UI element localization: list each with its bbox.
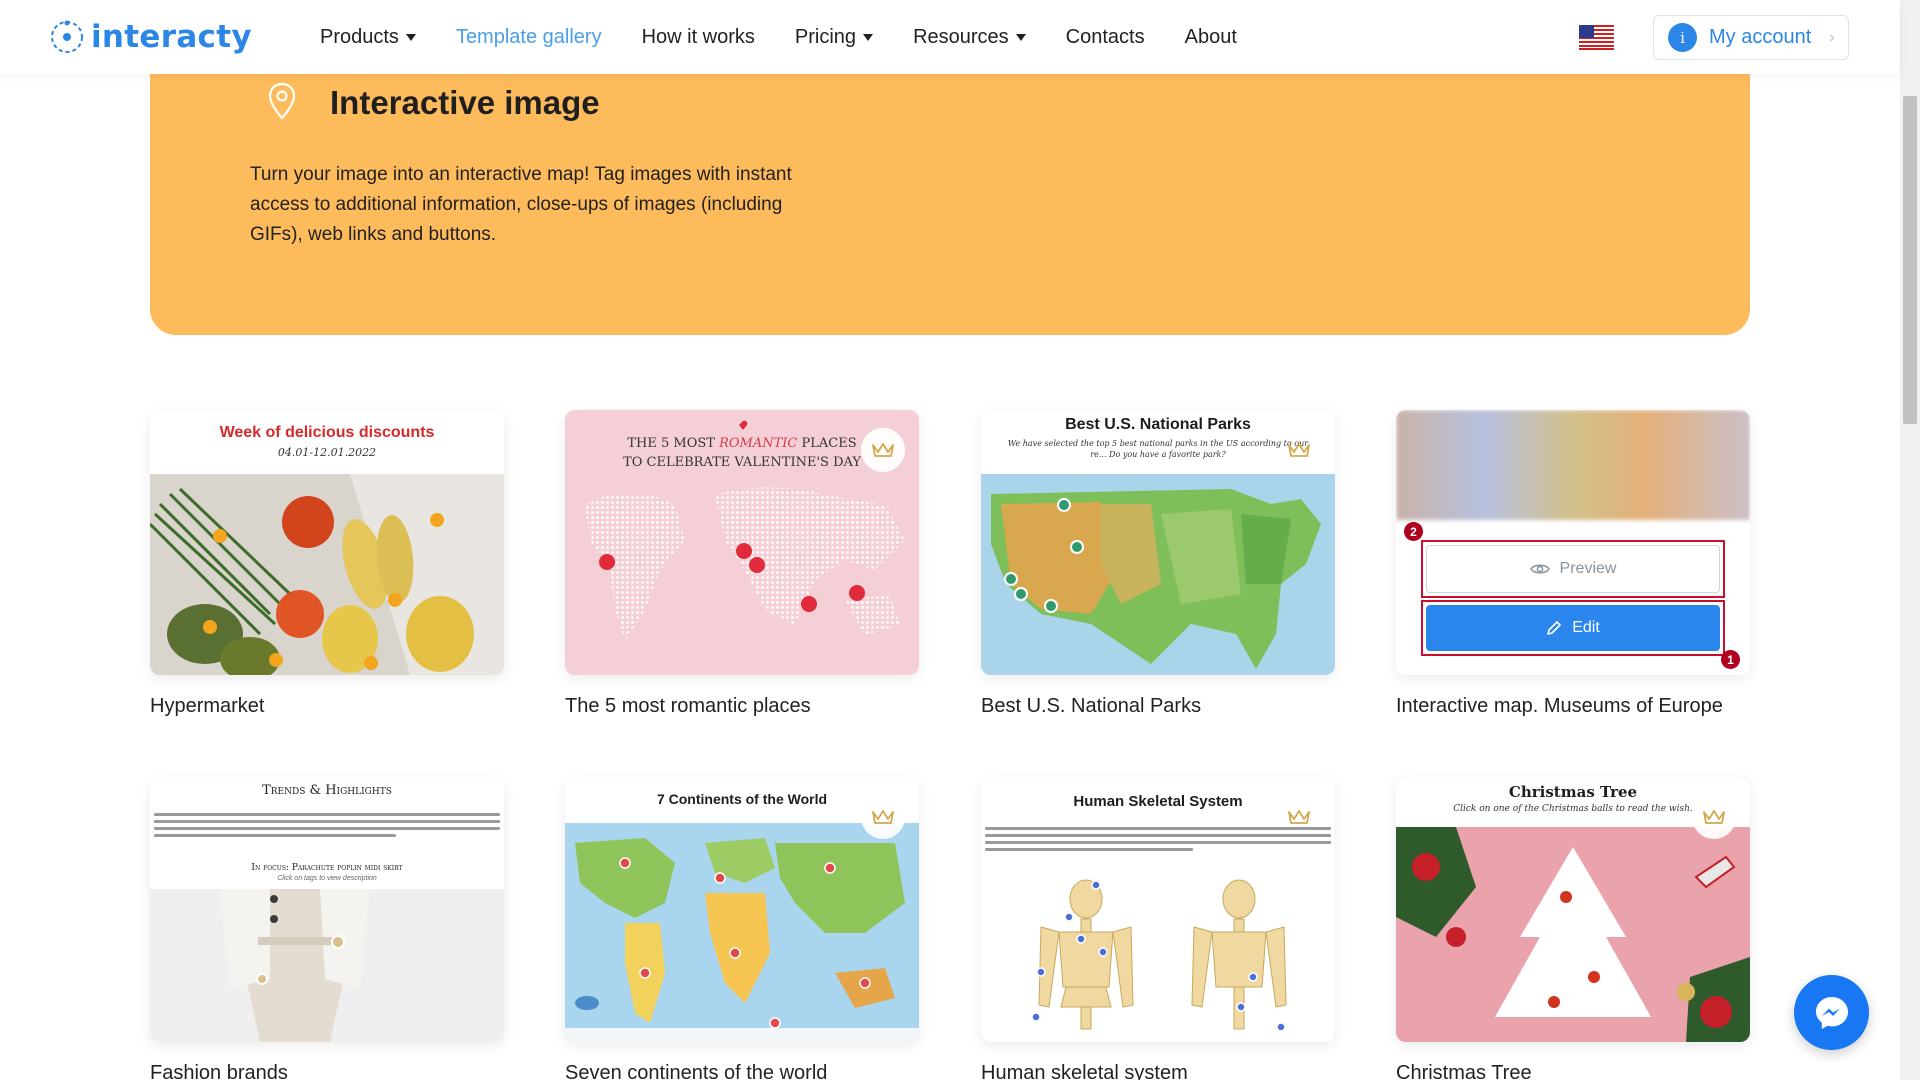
template-title[interactable]: Interactive map. Museums of Europe bbox=[1396, 695, 1723, 718]
template-card-national-parks[interactable]: Best U.S. National Parks We have selecte… bbox=[981, 410, 1335, 717]
premium-crown-badge bbox=[1692, 795, 1736, 839]
skeleton-illustration bbox=[981, 877, 1335, 1042]
nav-about-label: About bbox=[1184, 25, 1237, 48]
crown-icon bbox=[872, 443, 894, 457]
nav-resources-label: Resources bbox=[913, 25, 1009, 48]
fashion-photo bbox=[150, 889, 504, 1042]
scrollbar-thumb[interactable] bbox=[1903, 96, 1917, 424]
template-thumbnail[interactable]: Trends & Highlights In focus: Parachute … bbox=[150, 777, 504, 1042]
template-thumbnail[interactable]: Week of delicious discounts 04.01-12.01.… bbox=[150, 410, 504, 675]
template-card-romantic-places[interactable]: THE 5 MOST ROMANTIC PLACES TO CELEBRATE … bbox=[565, 410, 919, 717]
chevron-right-icon: › bbox=[1829, 28, 1835, 46]
location-pin-icon bbox=[268, 82, 296, 120]
my-account-button[interactable]: i My account › bbox=[1653, 15, 1849, 60]
template-thumbnail[interactable]: Preview Edit 2 1 bbox=[1396, 410, 1750, 675]
nav-template-gallery[interactable]: Template gallery bbox=[456, 26, 602, 49]
thumbnail-subtitle: In focus: Parachute poplin midi skirt bbox=[251, 863, 403, 873]
template-thumbnail[interactable]: Human Skeletal System bbox=[981, 777, 1335, 1042]
thumbnail-subtitle: 04.01-12.01.2022 bbox=[277, 446, 377, 459]
template-title[interactable]: Human skeletal system bbox=[981, 1062, 1188, 1080]
template-title[interactable]: Christmas Tree bbox=[1396, 1062, 1532, 1080]
nav-template-gallery-label: Template gallery bbox=[455, 25, 602, 48]
chevron-down-icon bbox=[405, 33, 416, 41]
chevron-down-icon bbox=[863, 33, 874, 41]
thumbnail-header: Week of delicious discounts 04.01-12.01.… bbox=[150, 410, 504, 474]
highlight-box-preview bbox=[1421, 540, 1725, 598]
nav-pricing[interactable]: Pricing bbox=[794, 25, 874, 49]
template-card-seven-continents[interactable]: 7 Continents of the World Seven continen… bbox=[565, 777, 919, 1080]
premium-crown-badge bbox=[1277, 428, 1321, 472]
nav-contacts-label: Contacts bbox=[1065, 25, 1145, 48]
chevron-down-icon bbox=[1015, 33, 1026, 41]
template-title[interactable]: Seven continents of the world bbox=[565, 1062, 827, 1080]
thumbnail-body-text bbox=[154, 809, 500, 841]
hero-banner: Interactive image Turn your image into a… bbox=[150, 40, 1750, 335]
template-thumbnail[interactable]: 7 Continents of the World bbox=[565, 777, 919, 1042]
groceries-image bbox=[150, 474, 504, 675]
annotation-badge-1: 1 bbox=[1721, 650, 1740, 669]
thumbnail-hint: Click on tags to view description bbox=[277, 875, 377, 882]
thumbnail-title: Trends & Highlights bbox=[262, 783, 392, 798]
nav-products[interactable]: Products bbox=[320, 26, 416, 49]
premium-crown-badge bbox=[861, 795, 905, 839]
christmas-tree-photo bbox=[1396, 827, 1750, 1042]
thumbnail-subtitle: We have selected the top 5 best national… bbox=[1007, 439, 1309, 459]
nav-pricing-label: Pricing bbox=[794, 25, 857, 48]
template-title[interactable]: Fashion brands bbox=[150, 1062, 288, 1080]
thumbnail-title: Christmas Tree bbox=[1508, 783, 1638, 801]
messenger-icon bbox=[1815, 996, 1848, 1029]
template-title[interactable]: Hypermarket bbox=[150, 695, 264, 718]
nav-products-label: Products bbox=[320, 25, 399, 48]
crown-icon bbox=[872, 810, 894, 824]
thumbnail-header: Trends & Highlights In focus: Parachute … bbox=[150, 777, 504, 889]
site-header: interacty Products Template gallery How … bbox=[0, 0, 1900, 74]
nav-contacts[interactable]: Contacts bbox=[1066, 26, 1145, 49]
thumbnail-title: Best U.S. National Parks bbox=[1065, 416, 1251, 433]
messenger-chat-button[interactable] bbox=[1794, 975, 1869, 1050]
nav-how-it-works[interactable]: How it works bbox=[642, 26, 755, 49]
logo-icon bbox=[51, 20, 83, 53]
nav-how-it-works-label: How it works bbox=[641, 25, 755, 48]
template-title[interactable]: Best U.S. National Parks bbox=[981, 695, 1201, 718]
template-thumbnail[interactable]: THE 5 MOST ROMANTIC PLACES TO CELEBRATE … bbox=[565, 410, 919, 675]
crown-icon bbox=[1288, 443, 1310, 457]
us-flag-icon[interactable] bbox=[1579, 25, 1614, 50]
crown-icon bbox=[1288, 810, 1310, 824]
template-thumbnail[interactable]: Best U.S. National Parks We have selecte… bbox=[981, 410, 1335, 675]
highlight-box-edit bbox=[1421, 600, 1725, 656]
template-card-skeletal-system[interactable]: Human Skeletal System Human skeletal sys… bbox=[981, 777, 1335, 1080]
logo-text: interacty bbox=[91, 19, 252, 55]
avatar: i bbox=[1668, 23, 1697, 52]
template-title[interactable]: The 5 most romantic places bbox=[565, 695, 811, 718]
template-card-museums-europe[interactable]: Preview Edit 2 1 Interactive map. Museum… bbox=[1396, 410, 1750, 717]
nav-about[interactable]: About bbox=[1185, 26, 1237, 49]
premium-crown-badge bbox=[861, 428, 905, 472]
nav-resources[interactable]: Resources bbox=[913, 26, 1026, 49]
us-map-image bbox=[981, 474, 1335, 675]
crown-icon bbox=[1703, 810, 1725, 824]
world-map-illustration bbox=[565, 823, 919, 1042]
my-account-label: My account bbox=[1709, 26, 1812, 48]
template-thumbnail[interactable]: Christmas Tree Click on one of the Chris… bbox=[1396, 777, 1750, 1042]
page-title: Interactive image bbox=[330, 84, 600, 121]
template-card-fashion-brands[interactable]: Trends & Highlights In focus: Parachute … bbox=[150, 777, 504, 1080]
blurred-thumbnail-preview bbox=[1396, 410, 1750, 520]
thumbnail-title: Week of delicious discounts bbox=[219, 424, 435, 441]
logo[interactable]: interacty bbox=[49, 19, 252, 55]
template-card-christmas-tree[interactable]: Christmas Tree Click on one of the Chris… bbox=[1396, 777, 1750, 1080]
main-nav: Products Template gallery How it works P… bbox=[320, 0, 1237, 74]
hero-description: Turn your image into an interactive map!… bbox=[250, 164, 792, 245]
premium-crown-badge bbox=[1277, 795, 1321, 839]
template-card-hypermarket[interactable]: Week of delicious discounts 04.01-12.01.… bbox=[150, 410, 504, 717]
annotation-badge-2: 2 bbox=[1404, 522, 1423, 541]
